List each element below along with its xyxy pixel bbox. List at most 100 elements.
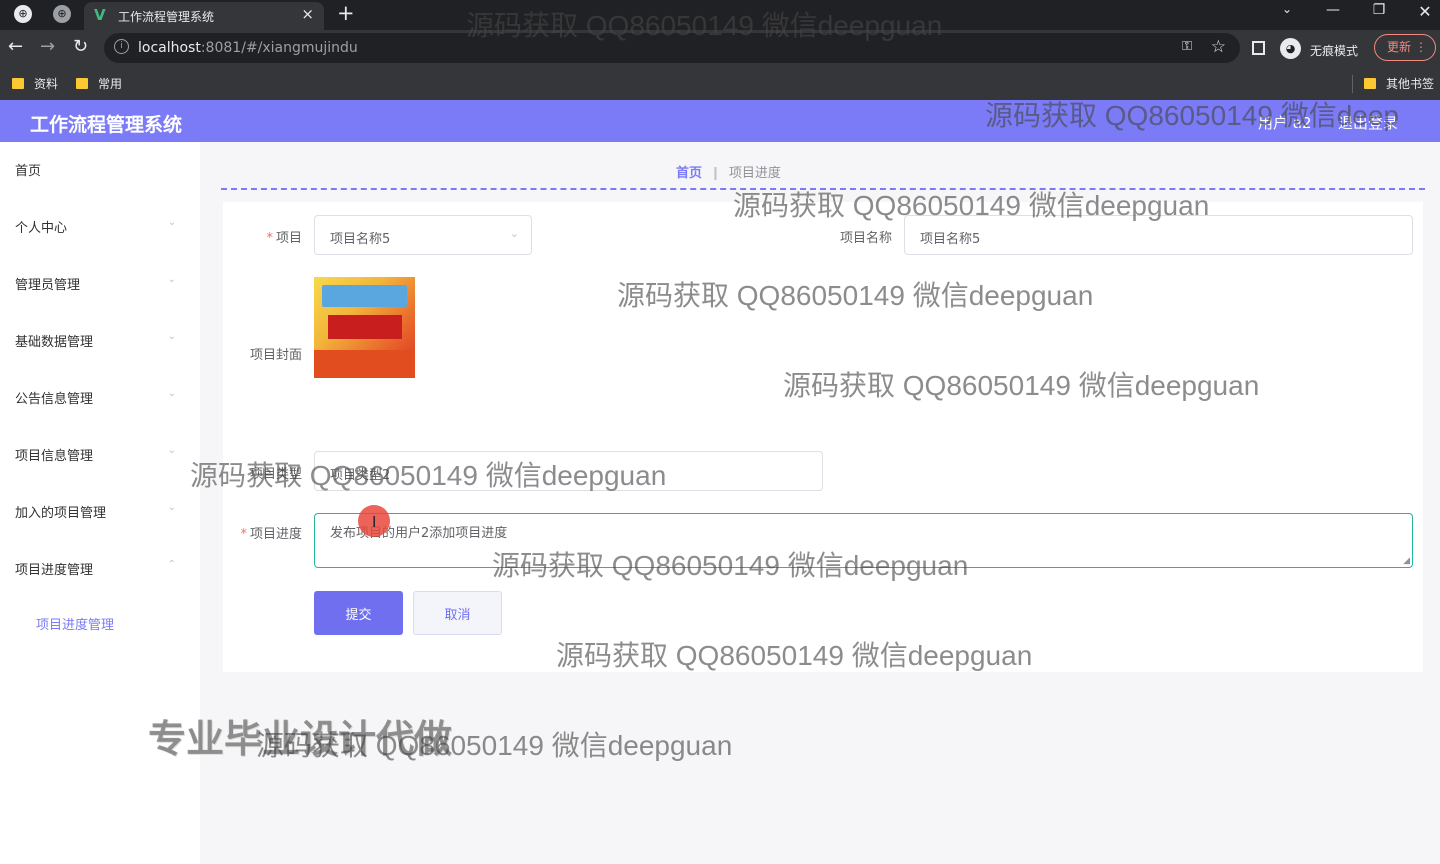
sidebar-item-label: 项目进度管理 (15, 563, 94, 578)
project-label: * 项目 (266, 227, 302, 246)
bookmarks-bar: 资料 常用 其他书签 (0, 67, 1440, 100)
main-content: 首页 ❙ 项目进度 * 项目 项目名称5 ⌄ 项目名称 项目名称5 项目封面 项目类型… (200, 142, 1440, 864)
chevron-down-icon: ⌄ (167, 217, 176, 228)
profile-icon[interactable]: ⊕ (14, 5, 32, 23)
project-name-label: 项目名称 (839, 231, 892, 246)
required-mark: * (240, 527, 247, 542)
project-select[interactable]: 项目名称5 ⌄ (314, 215, 532, 255)
update-label: 更新 (1387, 40, 1412, 54)
browser-toolbar: ← → ↻ i localhost:8081/#/xiangmujindu ⚿ … (0, 30, 1440, 67)
tab-search-icon[interactable]: ⌄ (1275, 2, 1299, 16)
back-icon[interactable]: ← (8, 36, 23, 57)
app-header: 工作流程管理系统 用户 a2 退出登录 (0, 100, 1440, 142)
sidebar-item-label: 管理员管理 (15, 278, 81, 293)
new-tab-icon[interactable]: + (337, 1, 355, 25)
logout-link[interactable]: 退出登录 (1338, 112, 1398, 133)
menu-dots-icon: ⋮ (1415, 40, 1427, 54)
side-panel-icon[interactable] (1252, 41, 1265, 55)
project-type-input[interactable]: 项目类型2 (314, 451, 823, 491)
breadcrumb: 首页 ❙ 项目进度 (676, 162, 781, 181)
sidebar-item-label: 个人中心 (15, 221, 68, 236)
breadcrumb-separator-icon: ❙ (710, 166, 721, 181)
sidebar-item-project-progress[interactable]: 项目进度管理 ⌃ (0, 541, 200, 597)
sidebar-item-project-info[interactable]: 项目信息管理 ⌄ (0, 427, 200, 483)
chevron-down-icon: ⌄ (167, 445, 176, 456)
bookmark-star-icon[interactable]: ☆ (1211, 37, 1226, 57)
folder-icon (12, 78, 24, 89)
resize-handle-icon[interactable]: ◢ (1403, 556, 1410, 566)
project-select-value: 项目名称5 (330, 232, 391, 247)
bookmark-folder-2[interactable]: 常用 (76, 75, 122, 92)
browser-tab[interactable]: V 工作流程管理系统 × (84, 2, 324, 30)
cover-banner-shape (328, 315, 402, 339)
sidebar: 首页 个人中心 ⌄ 管理员管理 ⌄ 基础数据管理 ⌄ 公告信息管理 ⌄ 项目信息… (0, 142, 200, 864)
sidebar-item-personal-center[interactable]: 个人中心 ⌄ (0, 199, 200, 255)
bookmark-label: 资料 (34, 77, 59, 91)
label-text: 项目 (275, 231, 302, 246)
project-type-label: 项目类型 (249, 467, 302, 482)
sidebar-item-joined-projects[interactable]: 加入的项目管理 ⌄ (0, 484, 200, 540)
folder-icon (1364, 78, 1376, 89)
current-user: 用户 a2 (1258, 114, 1312, 132)
project-name-value: 项目名称5 (920, 232, 981, 247)
minimize-icon[interactable]: — (1321, 2, 1345, 18)
reload-icon[interactable]: ↻ (73, 36, 88, 57)
tab-title: 工作流程管理系统 (118, 10, 215, 24)
vue-logo-icon: V (94, 6, 106, 24)
incognito-label: 无痕模式 (1310, 44, 1359, 58)
sidebar-item-label: 项目信息管理 (15, 449, 94, 464)
project-cover-label: 项目封面 (249, 348, 302, 363)
breadcrumb-current: 项目进度 (728, 166, 781, 181)
password-key-icon[interactable]: ⚿ (1182, 39, 1192, 54)
sidebar-item-home[interactable]: 首页 (0, 142, 200, 198)
required-mark: * (266, 231, 273, 246)
label-text: 项目进度 (249, 527, 302, 542)
submit-button[interactable]: 提交 (314, 591, 403, 635)
other-bookmarks[interactable]: 其他书签 (1364, 75, 1434, 92)
cover-sky-shape (322, 285, 407, 307)
chevron-up-icon: ⌃ (167, 559, 176, 570)
chevron-down-icon: ⌄ (167, 502, 176, 513)
cover-city-shape (314, 350, 415, 378)
site-info-icon[interactable]: i (114, 39, 129, 54)
breadcrumb-divider (221, 188, 1425, 190)
chevron-down-icon: ⌄ (167, 274, 176, 285)
bookmark-folder-1[interactable]: 资料 (12, 75, 58, 92)
folder-icon (76, 78, 88, 89)
restore-icon[interactable]: ❐ (1367, 2, 1391, 18)
app-title: 工作流程管理系统 (30, 114, 183, 136)
sidebar-item-notice[interactable]: 公告信息管理 ⌄ (0, 370, 200, 426)
project-type-value: 项目类型2 (330, 468, 391, 483)
progress-form: * 项目 项目名称5 ⌄ 项目名称 项目名称5 项目封面 项目类型 项目类型2 *… (223, 202, 1423, 672)
bookmark-label: 其他书签 (1386, 77, 1435, 91)
cancel-button[interactable]: 取消 (413, 591, 502, 635)
project-cover-image (314, 277, 415, 378)
project-progress-value: 发布项目的用户2添加项目进度 (330, 526, 508, 541)
browser-tab-bar: ⊕ ⊕ V 工作流程管理系统 × + ⌄ — ❐ ✕ (0, 0, 1440, 30)
incognito-icon: ◕ (1280, 38, 1301, 59)
forward-icon[interactable]: → (40, 36, 55, 57)
bookmark-separator (1352, 75, 1353, 93)
url-text: localhost:8081/#/xiangmujindu (138, 40, 358, 56)
address-bar[interactable]: i localhost:8081/#/xiangmujindu ⚿ ☆ (104, 33, 1240, 63)
sidebar-item-label: 首页 (15, 164, 42, 179)
sidebar-item-label: 公告信息管理 (15, 392, 94, 407)
project-progress-textarea[interactable]: 发布项目的用户2添加项目进度 ◢ (314, 513, 1413, 568)
sidebar-item-label: 基础数据管理 (15, 335, 94, 350)
sidebar-item-admin[interactable]: 管理员管理 ⌄ (0, 256, 200, 312)
chevron-down-icon: ⌄ (167, 331, 176, 342)
project-progress-label: * 项目进度 (240, 523, 302, 542)
chevron-down-icon: ⌄ (167, 388, 176, 399)
tab-close-icon[interactable]: × (301, 5, 314, 23)
sidebar-subitem-label: 项目进度管理 (36, 618, 115, 633)
chevron-down-icon: ⌄ (509, 227, 519, 240)
bookmark-label: 常用 (98, 77, 123, 91)
sidebar-subitem-project-progress[interactable]: 项目进度管理 (0, 608, 200, 638)
window-close-icon[interactable]: ✕ (1413, 2, 1437, 21)
sidebar-item-basic-data[interactable]: 基础数据管理 ⌄ (0, 313, 200, 369)
project-name-input[interactable]: 项目名称5 (904, 215, 1413, 255)
sidebar-item-label: 加入的项目管理 (15, 506, 107, 521)
globe-icon[interactable]: ⊕ (53, 5, 71, 23)
breadcrumb-home[interactable]: 首页 (676, 166, 702, 181)
update-button[interactable]: 更新 ⋮ (1374, 34, 1436, 61)
